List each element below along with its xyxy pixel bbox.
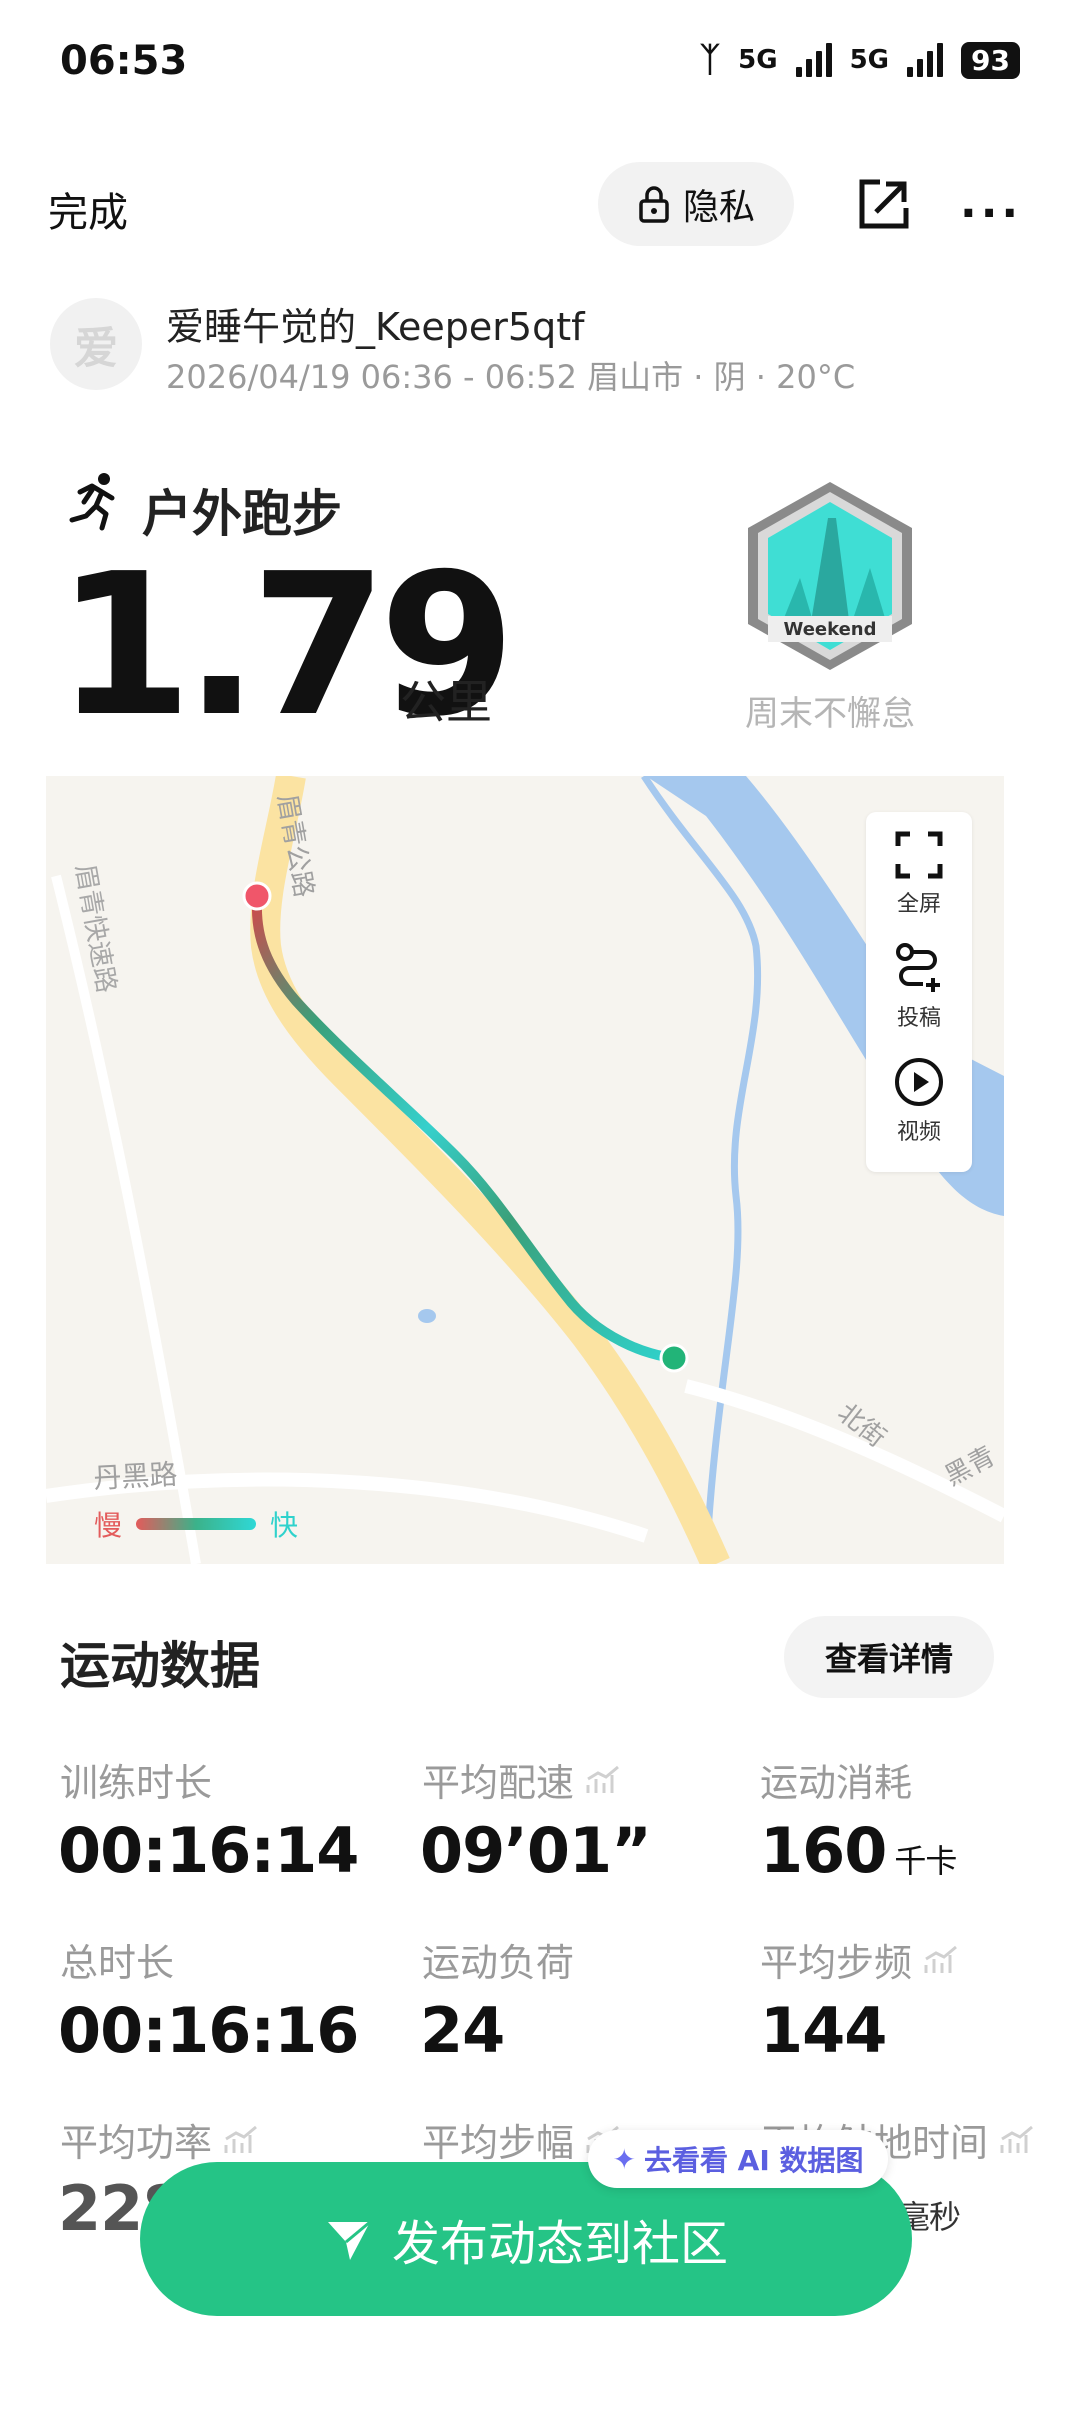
road-label-5: 黑青 xyxy=(940,1441,1000,1492)
stat-label-training-time: 训练时长 xyxy=(60,1761,213,1805)
legend-fast: 快 xyxy=(270,1509,299,1542)
chart-icon xyxy=(1000,2125,1033,2153)
legend-slow: 慢 xyxy=(94,1509,123,1542)
signal-icon xyxy=(795,43,832,77)
route-plus-icon xyxy=(896,943,940,992)
publish-label: 发布动态到社区 xyxy=(391,2216,728,2272)
fullscreen-button[interactable]: 全屏 xyxy=(866,830,972,918)
video-label: 视频 xyxy=(896,1120,941,1145)
badge-label: 周末不懈怠 xyxy=(745,694,915,734)
stat-label-cadence[interactable]: 平均步频 xyxy=(760,1932,958,1987)
stat-value-avg-pace: 09’01” xyxy=(420,1814,652,1887)
chart-icon xyxy=(924,1945,957,1973)
privacy-label: 隐私 xyxy=(682,187,755,228)
done-button[interactable]: 完成 xyxy=(48,180,128,238)
user-name: 爱睡午觉的_Keeper5qtf xyxy=(166,305,585,349)
video-button[interactable]: 视频 xyxy=(866,1056,972,1146)
ai-data-chart-button[interactable]: ✦ 去看看 AI 数据图 xyxy=(588,2130,888,2188)
share-icon[interactable] xyxy=(856,176,912,232)
status-bar: 06:53 ᛉ 5G 5G 93 xyxy=(0,0,1080,120)
status-icons: ᛉ 5G 5G 93 xyxy=(700,40,1020,80)
submit-route-button[interactable]: 投稿 xyxy=(866,942,972,1032)
running-icon xyxy=(69,473,115,531)
pond xyxy=(418,1309,436,1323)
bluetooth-icon: ᛉ xyxy=(699,40,721,80)
badge-text: Weekend xyxy=(783,619,876,640)
weekend-badge-icon[interactable]: Weekend xyxy=(740,478,920,674)
distance-unit: 公里 xyxy=(400,675,492,729)
view-details-button[interactable]: 查看详情 xyxy=(784,1616,994,1698)
stat-label-total-time: 总时长 xyxy=(60,1941,175,1985)
avatar[interactable]: 爱 xyxy=(50,298,142,390)
play-circle-icon xyxy=(895,1058,943,1106)
stat-value-training-time: 00:16:14 xyxy=(58,1814,359,1887)
stat-value-cadence: 144 xyxy=(760,1994,887,2067)
map-controls: 全屏 投稿 视频 xyxy=(866,812,972,1172)
stat-label-avg-pace[interactable]: 平均配速 xyxy=(422,1752,620,1807)
stats-title: 运动数据 xyxy=(60,1637,260,1695)
more-options-icon[interactable]: ··· xyxy=(960,188,1022,239)
network-5g-label: 5G xyxy=(738,45,778,75)
start-dot xyxy=(242,881,272,911)
privacy-button[interactable]: 隐私 xyxy=(598,162,794,246)
stat-value-total-time: 00:16:16 xyxy=(58,1994,359,2067)
route-path xyxy=(251,899,681,1363)
stat-label-training-load: 运动负荷 xyxy=(422,1941,575,1985)
end-dot xyxy=(659,1343,689,1373)
battery-indicator: 93 xyxy=(961,41,1020,79)
submit-label: 投稿 xyxy=(896,1006,941,1031)
signal-icon-2 xyxy=(907,43,944,77)
stat-value-training-load: 24 xyxy=(420,1994,505,2067)
stat-label-avg-power[interactable]: 平均功率 xyxy=(60,2112,258,2167)
send-icon xyxy=(327,2220,371,2260)
fullscreen-icon xyxy=(895,831,943,879)
fullscreen-label: 全屏 xyxy=(896,892,941,917)
ai-pill-label: 去看看 AI 数据图 xyxy=(643,2144,864,2177)
chart-icon xyxy=(224,2125,257,2153)
lock-icon xyxy=(639,186,669,223)
stat-value-calories: 160 千卡 xyxy=(760,1814,957,1887)
stat-label-calories: 运动消耗 xyxy=(760,1761,913,1805)
sparkle-icon: ✦ xyxy=(612,2142,636,2176)
main-road xyxy=(250,776,730,1564)
legend-gradient-bar xyxy=(136,1518,257,1530)
route-map[interactable]: 眉青公路 眉青快速路 丹黑路 北街 黑青 全屏 投稿 视频 慢 快 xyxy=(46,776,1004,1564)
map-canvas: 眉青公路 眉青快速路 丹黑路 北街 黑青 xyxy=(46,776,1004,1564)
pace-legend: 慢 快 xyxy=(94,1504,298,1544)
calories-unit: 千卡 xyxy=(894,1842,957,1880)
activity-meta: 2026/04/19 06:36 - 06:52 眉山市 · 阴 · 20°C xyxy=(166,358,856,396)
chart-icon xyxy=(586,1765,619,1793)
network-5g-label-2: 5G xyxy=(849,45,890,75)
road-label-3: 丹黑路 xyxy=(93,1458,179,1495)
status-time: 06:53 xyxy=(60,38,188,84)
